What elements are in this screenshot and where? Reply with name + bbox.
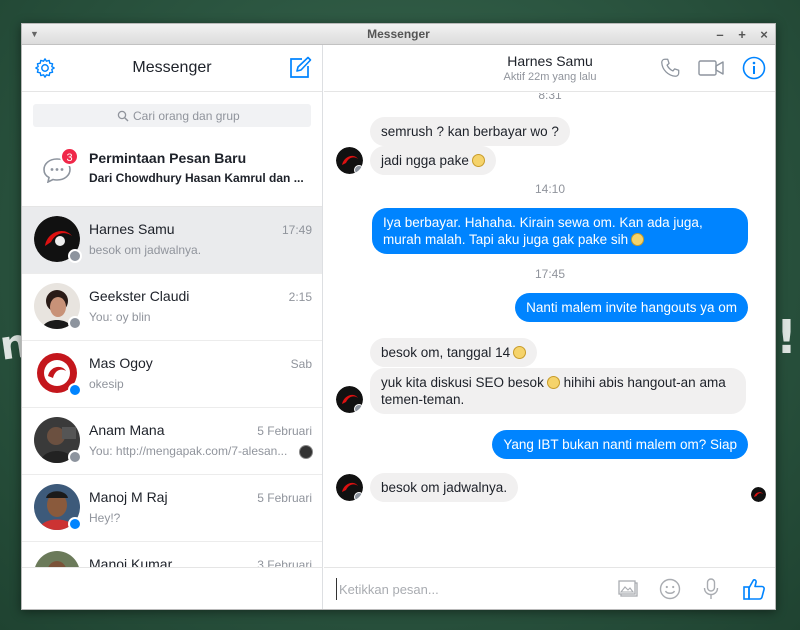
search-icon — [117, 109, 129, 127]
timestamp: 14:10 — [534, 182, 566, 196]
emoji-picker-icon[interactable] — [659, 578, 681, 605]
message-preview: You: http://mengapak.com/7-alesan... — [89, 444, 288, 458]
message-input[interactable] — [336, 578, 566, 600]
photo-icon[interactable] — [618, 578, 640, 605]
emoji-icon — [631, 233, 645, 246]
compose-icon[interactable] — [288, 56, 312, 85]
message-preview: Hey!? — [89, 511, 121, 525]
message-bubble-incoming[interactable]: jadi ngga pake — [370, 146, 496, 175]
message-text: besok om, tanggal 14 — [381, 345, 511, 360]
timestamp: 8:31 — [538, 93, 562, 102]
message-time: 2:15 — [288, 290, 312, 304]
like-thumbs-up-icon[interactable] — [742, 577, 766, 606]
conversation-item[interactable]: Geekster Claudi You: oy blin 2:15 — [22, 274, 322, 341]
maximize-icon[interactable]: + — [737, 24, 747, 45]
messenger-badge-icon — [68, 517, 82, 531]
contact-name: Manoj M Raj — [89, 489, 168, 505]
contact-name: Mas Ogoy — [89, 355, 153, 371]
conversation-item[interactable]: Anam Mana You: http://mengapak.com/7-ale… — [22, 408, 322, 475]
message-bubble-outgoing[interactable]: Yang IBT bukan nanti malem om? Siap — [492, 430, 748, 459]
sidebar-title: Messenger — [132, 59, 212, 76]
message-preview: okesip — [89, 377, 124, 391]
message-requests-item[interactable]: 3 Permintaan Pesan Baru Dari Chowdhury H… — [22, 133, 322, 207]
info-icon[interactable] — [742, 56, 766, 85]
message-time: 17:49 — [281, 223, 312, 237]
window-title: Messenger — [367, 27, 430, 41]
close-icon[interactable]: × — [759, 24, 769, 45]
emoji-icon — [471, 154, 485, 167]
message-time: Sab — [290, 357, 312, 371]
message-bubble-incoming[interactable]: besok om, tanggal 14 — [370, 338, 538, 367]
contact-name: Anam Mana — [89, 422, 165, 438]
chat-pane: Harnes Samu Aktif 22m yang lalu 8:31 sem… — [324, 45, 775, 567]
sidebar-header: Messenger — [22, 45, 322, 92]
request-count-badge: 3 — [60, 147, 79, 166]
message-bubble-incoming[interactable]: besok om jadwalnya. — [370, 473, 519, 502]
message-preview: You: oy blin — [89, 310, 151, 324]
avatar — [34, 551, 80, 567]
request-subtitle: Dari Chowdhury Hasan Kamrul dan ... — [89, 171, 304, 185]
conversation-item[interactable]: Harnes Samu besok om jadwalnya. 17:49 — [22, 207, 322, 274]
emoji-icon — [546, 376, 560, 389]
title-bar: ▼ Messenger – + × — [22, 24, 775, 45]
contact-name: Harnes Samu — [89, 221, 175, 237]
seen-avatar — [299, 445, 313, 459]
message-bubble-outgoing[interactable]: Nanti malem invite hangouts ya om — [515, 293, 748, 322]
contact-avatar — [336, 474, 363, 501]
contact-name: Manoj Kumar — [89, 556, 173, 567]
phone-call-icon[interactable] — [659, 57, 681, 84]
message-text: Iya berbayar. Hahaha. Kirain sewa om. Ka… — [383, 215, 703, 247]
facebook-badge-icon — [68, 450, 82, 464]
request-title: Permintaan Pesan Baru — [89, 150, 247, 166]
conversation-item[interactable]: Manoj Kumar 3 Februari — [22, 542, 322, 567]
messenger-badge-icon — [68, 383, 82, 397]
contact-avatar — [336, 147, 363, 174]
video-call-icon[interactable] — [698, 59, 724, 82]
message-text: yuk kita diskusi SEO besok — [381, 375, 544, 390]
facebook-badge-icon — [68, 249, 82, 263]
footer — [22, 567, 775, 609]
search-box[interactable] — [33, 104, 311, 127]
message-composer — [324, 567, 775, 609]
message-time: 5 Februari — [257, 424, 312, 438]
microphone-icon[interactable] — [701, 578, 721, 605]
conversation-item[interactable]: Manoj M Raj Hey!? 5 Februari — [22, 475, 322, 542]
timestamp: 17:45 — [534, 267, 566, 281]
chat-header: Harnes Samu Aktif 22m yang lalu — [324, 45, 775, 92]
minimize-icon[interactable]: – — [715, 24, 725, 45]
message-bubble-outgoing[interactable]: Iya berbayar. Hahaha. Kirain sewa om. Ka… — [372, 208, 748, 254]
contact-name: Geekster Claudi — [89, 288, 190, 304]
background-chalk-text-right: !! — [776, 310, 800, 364]
message-bubble-incoming[interactable]: semrush ? kan berbayar wo ? — [370, 117, 570, 146]
messenger-window: ▼ Messenger – + × Messenger Cari orang d… — [21, 23, 776, 610]
message-time: 3 Februari — [257, 558, 312, 567]
search-input[interactable] — [133, 104, 293, 127]
window-menu-icon[interactable]: ▼ — [30, 24, 39, 45]
facebook-badge-icon — [68, 316, 82, 330]
contact-avatar — [336, 386, 363, 413]
emoji-icon — [513, 346, 527, 359]
read-receipt-avatar — [751, 487, 766, 502]
message-bubble-incoming[interactable]: yuk kita diskusi SEO besok hihihi abis h… — [370, 368, 746, 414]
sidebar-footer — [22, 567, 323, 609]
message-list: 8:31 semrush ? kan berbayar wo ? jadi ng… — [324, 93, 775, 567]
message-text: jadi ngga pake — [381, 153, 469, 168]
conversation-sidebar: Messenger 3 Permintaan Pesan Baru Dari C… — [22, 45, 323, 567]
conversation-item[interactable]: Mas Ogoy okesip Sab — [22, 341, 322, 408]
message-time: 5 Februari — [257, 491, 312, 505]
message-preview: besok om jadwalnya. — [89, 243, 202, 257]
